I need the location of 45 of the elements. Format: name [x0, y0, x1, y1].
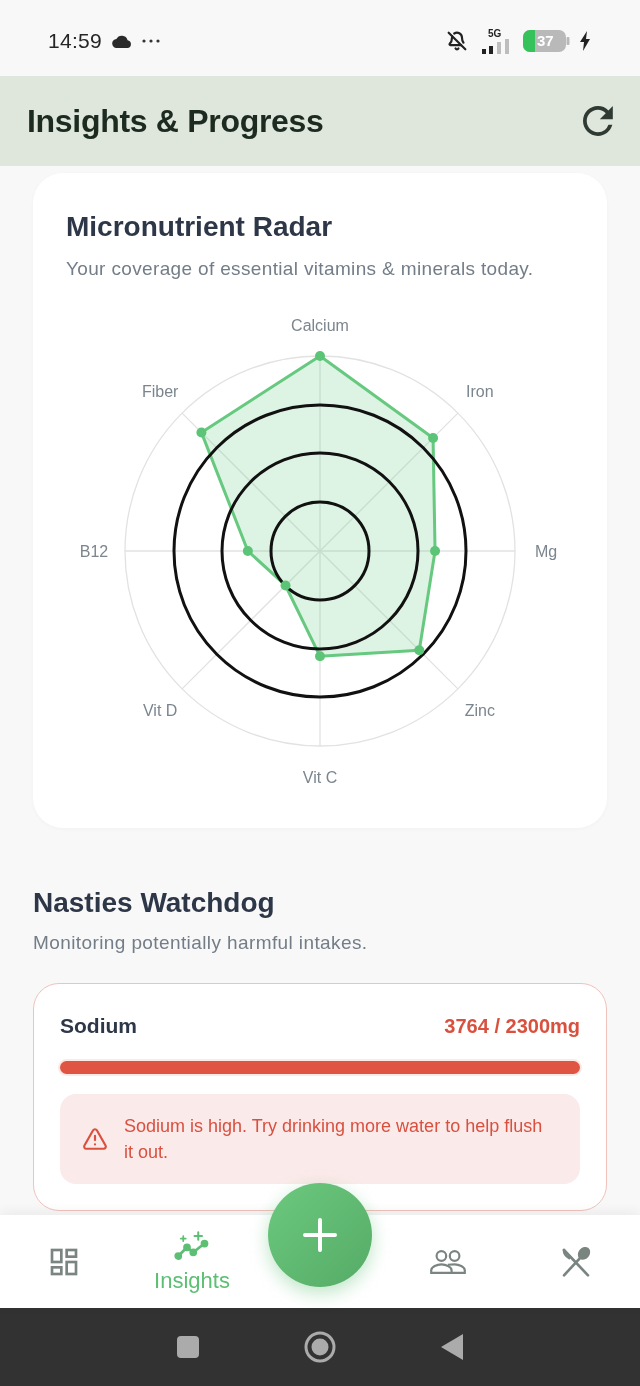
plus-icon	[303, 1218, 337, 1252]
network-type: 5G	[488, 28, 502, 39]
battery-level: 37	[537, 32, 554, 50]
section-subtitle: Monitoring potentially harmful intakes.	[33, 931, 369, 955]
charging-icon	[580, 31, 590, 51]
warning-text: Sodium is high. Try drinking more water to help flush it out.	[124, 1115, 544, 1164]
axis-label: Vit C	[302, 768, 338, 786]
refresh-button[interactable]	[580, 103, 616, 139]
data-point	[430, 546, 441, 556]
trend-line-icon	[173, 1230, 211, 1261]
axis-label: Fiber	[141, 382, 179, 400]
utensils-icon	[560, 1245, 592, 1278]
refresh-icon	[583, 106, 613, 136]
more-icon	[142, 39, 161, 43]
cloud-icon	[112, 34, 133, 48]
section-title: Nasties Watchdog	[33, 886, 276, 920]
people-icon	[430, 1247, 466, 1276]
page-title: Insights & Progress	[27, 102, 324, 140]
card-subtitle: Your coverage of essential vitamins & minerals today.	[66, 257, 535, 281]
axis-label: B12	[79, 542, 109, 560]
data-point	[280, 580, 291, 591]
status-time: 14:59	[48, 29, 103, 53]
data-point	[315, 651, 325, 662]
home-icon[interactable]	[304, 1331, 336, 1363]
data-point	[315, 351, 325, 361]
data-point	[242, 546, 253, 556]
axis-label: Mg	[534, 542, 558, 560]
axis-label: Iron	[466, 382, 494, 400]
data-point	[414, 645, 425, 656]
warning-icon	[82, 1126, 108, 1152]
axis-label: Calcium	[291, 316, 349, 334]
bell-off-icon	[447, 31, 467, 51]
axis-label: Zinc	[464, 702, 495, 720]
card-title: Micronutrient Radar	[66, 210, 334, 244]
nutrient-name: Sodium	[60, 1014, 137, 1038]
battery-icon	[523, 30, 570, 52]
nav-tab[interactable]: Insights	[128, 1215, 256, 1308]
signal-icon	[481, 38, 511, 54]
add-button[interactable]	[268, 1183, 372, 1287]
nutrient-reading: 3764 / 2300mg	[444, 1014, 580, 1038]
axis-label: Vit D	[143, 702, 178, 720]
back-icon[interactable]	[441, 1334, 463, 1360]
square-icon[interactable]	[177, 1336, 199, 1358]
data-point	[196, 427, 207, 438]
data-point	[428, 432, 439, 443]
